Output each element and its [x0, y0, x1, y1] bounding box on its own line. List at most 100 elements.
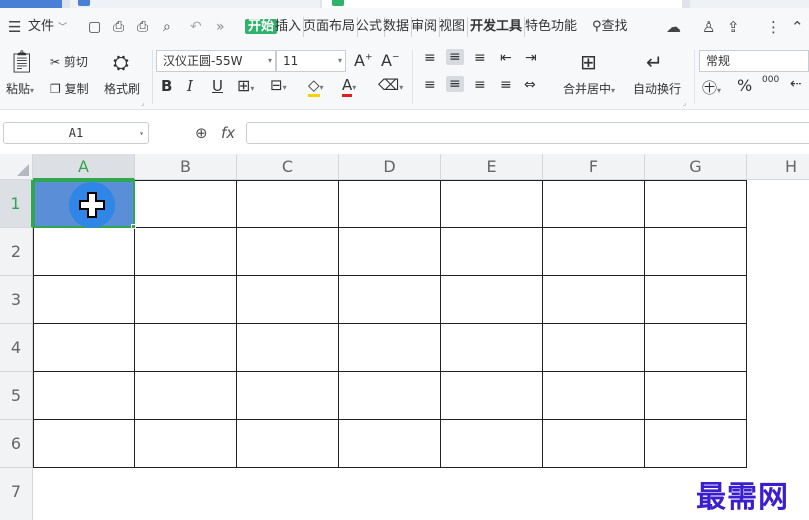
column-header-g[interactable]: G [645, 154, 747, 180]
preview-icon[interactable]: ⌕ [163, 17, 171, 37]
document-tab-right[interactable] [690, 0, 809, 8]
italic-icon[interactable]: I [187, 77, 193, 95]
underline-icon[interactable]: U [212, 77, 223, 95]
hamburger-icon[interactable]: ☰ [8, 17, 21, 37]
justify-icon[interactable]: ≡ [500, 77, 512, 93]
cell-d4[interactable] [339, 324, 441, 372]
font-color-icon[interactable]: A▾ [342, 76, 356, 97]
row-header-5[interactable]: 5 [0, 372, 33, 420]
cell-d5[interactable] [339, 372, 441, 420]
cell-g5[interactable] [645, 372, 747, 420]
font-size-select[interactable]: 11 ▾ [276, 50, 346, 72]
column-header-d[interactable]: D [339, 154, 441, 180]
decrease-font-icon[interactable]: A− [381, 51, 400, 70]
cell-f1[interactable] [543, 180, 645, 228]
currency-icon[interactable]: ㊉▾ [702, 77, 721, 98]
column-header-h[interactable]: H [747, 154, 809, 180]
merge-center-icon[interactable]: ⊞ [580, 50, 597, 74]
distributed-icon[interactable]: ⇔ [524, 77, 536, 93]
copy-button[interactable]: ❐ 复制 [50, 80, 89, 97]
align-center-icon[interactable]: ≡ [446, 76, 464, 92]
number-format-select[interactable]: 常规 [699, 50, 809, 72]
fill-color-icon[interactable]: ◇▾ [308, 76, 324, 97]
cell-e5[interactable] [441, 372, 543, 420]
file-menu[interactable]: 文件 ﹀ [28, 17, 67, 37]
row-header-2[interactable]: 2 [0, 228, 33, 276]
tab-data[interactable]: 数据 [383, 17, 413, 37]
cell-c6[interactable] [237, 420, 339, 468]
cloud-icon[interactable]: ☁ [666, 17, 681, 37]
cell-a4[interactable] [33, 324, 135, 372]
wrap-text-icon[interactable]: ↵ [646, 50, 663, 74]
share-icon[interactable]: ⇪ [727, 17, 740, 37]
dialog-launcher-icon[interactable]: ⌟ [141, 99, 144, 107]
more-icon[interactable]: » [216, 17, 225, 37]
cell-f2[interactable] [543, 228, 645, 276]
name-box[interactable]: A1 ▾ [3, 122, 149, 144]
cell-f5[interactable] [543, 372, 645, 420]
row-header-4[interactable]: 4 [0, 324, 33, 372]
font-name-select[interactable]: 汉仪正圆-55W ▾ [156, 50, 276, 72]
share-user-icon[interactable]: ♙ [702, 17, 715, 37]
row-header-1[interactable]: 1 [0, 180, 33, 228]
cell-e6[interactable] [441, 420, 543, 468]
tab-home[interactable]: 开始 [245, 17, 278, 37]
select-all-corner[interactable] [0, 154, 33, 180]
tab-developer[interactable]: 开发工具 [470, 17, 526, 37]
column-header-a[interactable]: A [33, 154, 135, 180]
align-left-icon[interactable]: ≡ [424, 77, 436, 93]
cell-b2[interactable] [135, 228, 237, 276]
cell-b6[interactable] [135, 420, 237, 468]
cell-a5[interactable] [33, 372, 135, 420]
dialog-launcher-icon[interactable]: ⌟ [683, 99, 686, 107]
column-header-b[interactable]: B [135, 154, 237, 180]
format-painter-button[interactable]: 格式刷 [104, 80, 140, 97]
tab-insert[interactable]: 插入 [275, 17, 305, 37]
cell-g3[interactable] [645, 276, 747, 324]
cut-button[interactable]: ✂ 剪切 [50, 53, 88, 70]
cell-d3[interactable] [339, 276, 441, 324]
decimal-icon[interactable]: ⇠ [790, 76, 802, 92]
document-tab[interactable] [70, 0, 320, 8]
cell-f4[interactable] [543, 324, 645, 372]
merge-center-button[interactable]: 合并居中▾ [563, 80, 615, 97]
format-painter-icon[interactable]: ⛭ [113, 50, 129, 74]
cell-d2[interactable] [339, 228, 441, 276]
fill-handle[interactable] [131, 224, 136, 229]
row-header-6[interactable]: 6 [0, 420, 33, 468]
cell-d6[interactable] [339, 420, 441, 468]
cell-b1[interactable] [135, 180, 237, 228]
decrease-indent-icon[interactable]: ⇤ [500, 50, 512, 66]
row-header-7[interactable]: 7 [0, 468, 33, 520]
align-top-icon[interactable]: ≡ [424, 50, 436, 66]
cell-d1[interactable] [339, 180, 441, 228]
cell-e4[interactable] [441, 324, 543, 372]
cell-c1[interactable] [237, 180, 339, 228]
cell-a3[interactable] [33, 276, 135, 324]
tab-formulas[interactable]: 公式 [356, 17, 386, 37]
cell-g6[interactable] [645, 420, 747, 468]
column-header-c[interactable]: C [237, 154, 339, 180]
save-icon[interactable]: ▢ [88, 17, 101, 37]
align-bottom-icon[interactable]: ≡ [474, 50, 486, 66]
fx-icon[interactable]: fx [221, 124, 235, 142]
cell-a2[interactable] [33, 228, 135, 276]
align-middle-icon[interactable]: ≡ [446, 49, 464, 65]
print-preview-icon[interactable]: ⎙ [113, 17, 124, 37]
formula-input[interactable] [246, 122, 809, 144]
column-header-e[interactable]: E [441, 154, 543, 180]
more-vertical-icon[interactable]: ⋮ [766, 17, 781, 37]
cell-c4[interactable] [237, 324, 339, 372]
cell-g4[interactable] [645, 324, 747, 372]
home-tab[interactable] [0, 0, 62, 8]
cell-g2[interactable] [645, 228, 747, 276]
cell-f6[interactable] [543, 420, 645, 468]
row-header-3[interactable]: 3 [0, 276, 33, 324]
cell-b3[interactable] [135, 276, 237, 324]
percent-button[interactable]: % [737, 76, 752, 95]
paste-button[interactable]: 粘贴▾ [6, 80, 34, 97]
align-right-icon[interactable]: ≡ [474, 77, 486, 93]
undo-icon[interactable]: ↶ [190, 17, 202, 37]
collapse-ribbon-icon[interactable]: ⌃ [791, 17, 804, 37]
cell-b5[interactable] [135, 372, 237, 420]
